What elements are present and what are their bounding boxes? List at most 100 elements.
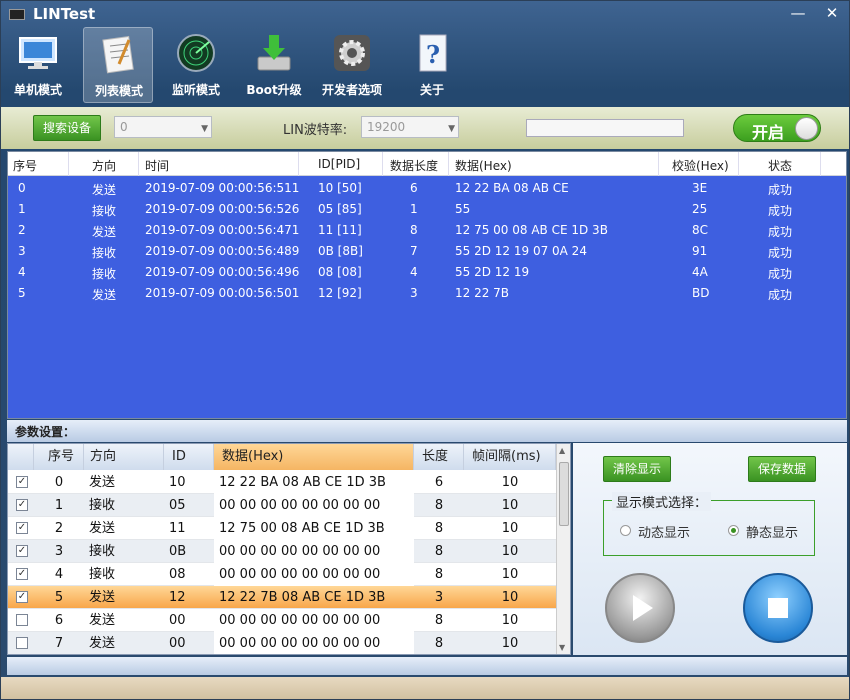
- checkbox-unchecked[interactable]: [16, 637, 28, 649]
- scroll-thumb[interactable]: [559, 462, 569, 526]
- log-row[interactable]: 2 发送 2019-07-09 00:00:56:471 11 [11] 8 12 75 …: [8, 220, 846, 241]
- log-cell-status: 成功: [768, 246, 793, 260]
- param-cell-direction[interactable]: 发送: [84, 609, 164, 632]
- param-cell-direction[interactable]: 发送: [84, 471, 164, 494]
- param-col-check: [8, 444, 34, 470]
- param-cell-length[interactable]: 8: [414, 609, 464, 632]
- radio-static[interactable]: [728, 525, 739, 536]
- baud-rate-select[interactable]: 19200 ▼: [361, 116, 459, 138]
- param-cell-id[interactable]: 0B: [164, 540, 214, 563]
- param-cell-data[interactable]: 00 00 00 00 00 00 00 00: [214, 494, 414, 517]
- param-row[interactable]: ✓ 4 接收 08 00 00 00 00 00 00 00 00 8 10: [8, 563, 556, 586]
- log-cell-status: 成功: [768, 267, 793, 281]
- param-cell-direction[interactable]: 接收: [84, 494, 164, 517]
- tool-boot-upgrade[interactable]: Boot升级: [239, 27, 309, 103]
- param-row[interactable]: ✓ 5 发送 12 12 22 7B 08 AB CE 1D 3B 3 10: [8, 586, 556, 609]
- param-row[interactable]: 7 发送 00 00 00 00 00 00 00 00 00 8 10: [8, 632, 556, 654]
- param-cell-length[interactable]: 3: [414, 586, 464, 609]
- log-row[interactable]: 3 接收 2019-07-09 00:00:56:489 0B [8B] 7 55 2D …: [8, 241, 846, 262]
- minimize-button[interactable]: —: [785, 3, 811, 23]
- param-cell-direction[interactable]: 发送: [84, 586, 164, 609]
- param-cell-length[interactable]: 6: [414, 471, 464, 494]
- param-cell-direction[interactable]: 发送: [84, 632, 164, 654]
- chevron-down-icon: ▼: [448, 124, 455, 134]
- param-cell-data[interactable]: 12 22 7B 08 AB CE 1D 3B: [214, 586, 414, 609]
- param-cell-id[interactable]: 05: [164, 494, 214, 517]
- tool-monitor-mode[interactable]: 监听模式: [161, 27, 231, 103]
- param-cell-data[interactable]: 00 00 00 00 00 00 00 00: [214, 563, 414, 586]
- radio-dynamic[interactable]: [620, 525, 631, 536]
- checkbox-checked[interactable]: ✓: [16, 545, 28, 557]
- tool-list-mode[interactable]: 列表模式: [83, 27, 153, 103]
- param-cell-data[interactable]: 12 22 BA 08 AB CE 1D 3B: [214, 471, 414, 494]
- param-cell-data[interactable]: 12 75 00 08 AB CE 1D 3B: [214, 517, 414, 540]
- log-cell-data: 55: [455, 202, 471, 216]
- param-cell-length[interactable]: 8: [414, 517, 464, 540]
- param-cell-interval[interactable]: 10: [464, 563, 556, 586]
- param-cell-id[interactable]: 08: [164, 563, 214, 586]
- param-cell-id[interactable]: 12: [164, 586, 214, 609]
- start-button[interactable]: [605, 573, 675, 643]
- log-row[interactable]: 0 发送 2019-07-09 00:00:56:511 10 [50] 6 12 22 …: [8, 178, 846, 199]
- param-row[interactable]: ✓ 2 发送 11 12 75 00 08 AB CE 1D 3B 8 10: [8, 517, 556, 540]
- tool-label: 列表模式: [94, 84, 143, 98]
- checkbox-checked[interactable]: ✓: [16, 522, 28, 534]
- param-cell-interval[interactable]: 10: [464, 540, 556, 563]
- tool-about[interactable]: ? 关于: [397, 27, 467, 103]
- scroll-down-icon[interactable]: ▼: [559, 643, 565, 652]
- chevron-down-icon: ▼: [201, 124, 208, 134]
- param-cell-id[interactable]: 11: [164, 517, 214, 540]
- checkbox-checked[interactable]: ✓: [16, 591, 28, 603]
- app-icon: [9, 9, 25, 20]
- checkbox-checked[interactable]: ✓: [16, 476, 28, 488]
- param-cell-id[interactable]: 10: [164, 471, 214, 494]
- display-mode-group: 显示模式选择： 动态显示 静态显示: [603, 492, 815, 556]
- param-cell-length[interactable]: 8: [414, 563, 464, 586]
- param-row[interactable]: ✓ 0 发送 10 12 22 BA 08 AB CE 1D 3B 6 10: [8, 471, 556, 494]
- tool-standalone-mode[interactable]: 单机模式: [3, 27, 73, 103]
- param-cell-interval[interactable]: 10: [464, 517, 556, 540]
- param-cell-direction[interactable]: 接收: [84, 540, 164, 563]
- param-scrollbar[interactable]: ▲ ▼: [556, 444, 570, 654]
- param-cell-id[interactable]: 00: [164, 632, 214, 654]
- disk-download-icon: [257, 35, 291, 71]
- log-row[interactable]: 4 接收 2019-07-09 00:00:56:496 08 [08] 4 55 2D …: [8, 262, 846, 283]
- log-cell-checksum: 91: [692, 244, 708, 258]
- param-cell-length[interactable]: 8: [414, 540, 464, 563]
- log-row[interactable]: 5 发送 2019-07-09 00:00:56:501 12 [92] 3 12 22 …: [8, 283, 846, 304]
- search-device-button[interactable]: 搜索设备: [33, 115, 101, 141]
- log-cell-index: 2: [18, 223, 26, 237]
- param-cell-length[interactable]: 8: [414, 494, 464, 517]
- param-cell-direction[interactable]: 发送: [84, 517, 164, 540]
- checkbox-unchecked[interactable]: [16, 614, 28, 626]
- param-cell-length[interactable]: 8: [414, 632, 464, 654]
- param-row[interactable]: ✓ 1 接收 05 00 00 00 00 00 00 00 00 8 10: [8, 494, 556, 517]
- param-cell-data[interactable]: 00 00 00 00 00 00 00 00: [214, 609, 414, 632]
- close-button[interactable]: ✕: [819, 3, 845, 23]
- param-cell-interval[interactable]: 10: [464, 609, 556, 632]
- param-cell-interval[interactable]: 10: [464, 586, 556, 609]
- log-row[interactable]: 1 接收 2019-07-09 00:00:56:526 05 [85] 1 55 25 成功: [8, 199, 846, 220]
- log-col-length: 数据长度: [390, 159, 439, 173]
- open-toggle[interactable]: 开启: [733, 114, 821, 142]
- device-select[interactable]: 0 ▼: [114, 116, 212, 138]
- stop-button[interactable]: [743, 573, 813, 643]
- param-cell-direction[interactable]: 接收: [84, 563, 164, 586]
- param-col-interval: 帧间隔(ms): [464, 444, 556, 470]
- tool-developer-options[interactable]: 开发者选项: [317, 27, 387, 103]
- param-cell-data[interactable]: 00 00 00 00 00 00 00 00: [214, 540, 414, 563]
- checkbox-checked[interactable]: ✓: [16, 499, 28, 511]
- save-data-button[interactable]: 保存数据: [748, 456, 816, 482]
- param-cell-id[interactable]: 00: [164, 609, 214, 632]
- param-row[interactable]: 6 发送 00 00 00 00 00 00 00 00 00 8 10: [8, 609, 556, 632]
- param-cell-interval[interactable]: 10: [464, 632, 556, 654]
- scroll-up-icon[interactable]: ▲: [559, 446, 565, 455]
- param-cell-data[interactable]: 00 00 00 00 00 00 00 00: [214, 632, 414, 654]
- log-cell-status: 成功: [768, 225, 793, 239]
- clear-display-button[interactable]: 清除显示: [603, 456, 671, 482]
- param-row[interactable]: ✓ 3 接收 0B 00 00 00 00 00 00 00 00 8 10: [8, 540, 556, 563]
- log-header: 序号 方向 时间 ID[PID] 数据长度 数据(Hex) 校验(Hex) 状态: [8, 152, 846, 176]
- param-cell-interval[interactable]: 10: [464, 471, 556, 494]
- checkbox-checked[interactable]: ✓: [16, 568, 28, 580]
- param-cell-interval[interactable]: 10: [464, 494, 556, 517]
